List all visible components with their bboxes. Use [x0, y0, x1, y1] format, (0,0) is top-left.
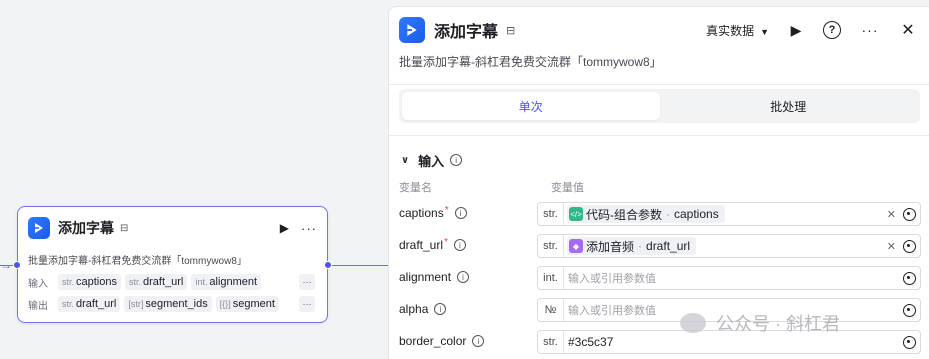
alignment-field[interactable]: int. 输入或引用参数值 — [537, 266, 921, 290]
capcut-logo-icon — [28, 217, 50, 239]
outputs-label: 输出 — [28, 300, 48, 312]
placeholder-text: 输入或引用参数值 — [568, 273, 656, 285]
column-header-name: 变量名 — [399, 182, 432, 194]
plugin-icon: ⊟ — [120, 222, 129, 234]
node-outputs-row: 输出 str. draft_url [str] segment_ids [{}] se… — [28, 295, 315, 313]
type-badge: str. — [538, 203, 564, 225]
more-icon[interactable]: ··· — [861, 22, 879, 38]
placeholder-text: 输入或引用参数值 — [568, 305, 656, 317]
variable-reference-icon[interactable] — [903, 271, 916, 285]
info-icon[interactable]: i — [453, 239, 466, 251]
param-row-draft-url: draft_url * i str. ◆ 添加音频 · draft_url ✕ — [399, 234, 921, 258]
capcut-logo-icon — [399, 17, 425, 43]
inputs-more-button[interactable]: ··· — [299, 274, 315, 290]
node-description: 批量添加字幕-斜杠君免费交流群「tommywow8」 — [28, 256, 247, 267]
input-section-header[interactable]: ∨ 输入 i — [401, 151, 463, 169]
variable-reference-icon[interactable] — [903, 303, 916, 317]
node-title: 添加字幕 — [58, 220, 114, 236]
variable-reference-icon[interactable] — [903, 335, 916, 349]
plugin-icon: ⊟ — [506, 24, 516, 37]
node-output-chip: [str] segment_ids — [124, 296, 212, 312]
info-icon[interactable]: i — [454, 207, 467, 219]
column-header-value: 变量值 — [551, 182, 584, 194]
type-badge: № — [538, 299, 564, 321]
info-icon[interactable]: i — [434, 303, 447, 315]
tab-single[interactable]: 单次 — [402, 92, 660, 120]
node-output-port[interactable] — [324, 261, 332, 269]
data-mode-select[interactable]: 真实数据 ▼ — [706, 22, 769, 39]
node-output-chip: [{}] segment — [215, 296, 279, 312]
node-run-icon[interactable]: ▶ — [280, 221, 289, 235]
param-row-alpha: alpha i № 输入或引用参数值 — [399, 298, 921, 322]
type-badge: str. — [538, 235, 564, 257]
cube-icon: ◆ — [569, 239, 583, 253]
node-input-port[interactable] — [13, 261, 21, 269]
node-input-chip: int. alignment — [191, 274, 262, 290]
wechat-logo-icon — [680, 313, 706, 333]
param-name: border_color — [399, 334, 467, 348]
node-config-panel: 添加字幕 ⊟ 真实数据 ▼ ▶ ? ··· ✕ 批量添加字幕-斜杠君免费交流群「t… — [388, 6, 929, 359]
close-icon[interactable]: ✕ — [899, 20, 917, 40]
param-name: draft_url — [399, 238, 444, 252]
chevron-down-icon: ▼ — [760, 26, 769, 37]
param-row-border-color: border_color i str. #3c5c37 — [399, 330, 921, 354]
required-mark: * — [444, 204, 449, 216]
param-name: alignment — [399, 270, 452, 284]
divider — [389, 135, 929, 136]
panel-title: 添加字幕 — [434, 24, 499, 41]
outputs-more-button[interactable]: ··· — [299, 296, 315, 312]
node-output-chip: str. draft_url — [58, 296, 121, 312]
add-captions-node[interactable]: 添加字幕 ⊟ ▶ ··· 批量添加字幕-斜杠君免费交流群「tommywow8」 … — [17, 206, 328, 323]
param-name: captions — [399, 206, 444, 220]
param-name: alpha — [399, 302, 429, 316]
info-icon[interactable]: i — [457, 271, 470, 283]
param-row-alignment: alignment i int. 输入或引用参数值 — [399, 266, 921, 290]
info-icon[interactable]: i — [472, 335, 485, 347]
type-badge: int. — [538, 267, 564, 289]
run-icon[interactable]: ▶ — [787, 22, 805, 39]
chevron-down-icon: ∨ — [401, 154, 410, 166]
node-inputs-row: 输入 str. captions str. draft_url int. alignm… — [28, 273, 315, 291]
info-icon[interactable]: i — [450, 154, 463, 166]
run-mode-tabs: 单次 批处理 — [399, 89, 920, 123]
variable-reference-icon[interactable] — [903, 239, 916, 253]
variable-reference-icon[interactable] — [903, 207, 916, 221]
draft-url-field[interactable]: str. ◆ 添加音频 · draft_url ✕ — [537, 234, 921, 258]
captions-field[interactable]: str. </> 代码-组合参数 · captions ✕ — [537, 202, 921, 226]
outgoing-edge — [328, 265, 388, 266]
reference-chip[interactable]: ◆ 添加音频 · draft_url — [567, 237, 697, 255]
node-more-icon[interactable]: ··· — [301, 221, 317, 236]
required-mark: * — [444, 236, 448, 248]
divider — [389, 84, 929, 85]
reference-chip[interactable]: </> 代码-组合参数 · captions — [567, 205, 725, 223]
clear-icon[interactable]: ✕ — [887, 240, 896, 253]
inputs-label: 输入 — [28, 278, 48, 290]
field-value: #3c5c37 — [568, 335, 614, 349]
panel-description: 批量添加字幕-斜杠君免费交流群「tommywow8」 — [399, 55, 662, 69]
param-row-captions: captions * i str. </> 代码-组合参数 · captions ✕ — [399, 202, 921, 226]
type-badge: str. — [538, 331, 564, 353]
help-icon[interactable]: ? — [823, 21, 841, 39]
tab-batch[interactable]: 批处理 — [660, 92, 918, 120]
node-input-chip: str. draft_url — [125, 274, 188, 290]
clear-icon[interactable]: ✕ — [887, 208, 896, 221]
code-icon: </> — [569, 207, 583, 221]
node-input-chip: str. captions — [58, 274, 121, 290]
watermark: 公众号 · 斜杠君 — [680, 310, 840, 336]
